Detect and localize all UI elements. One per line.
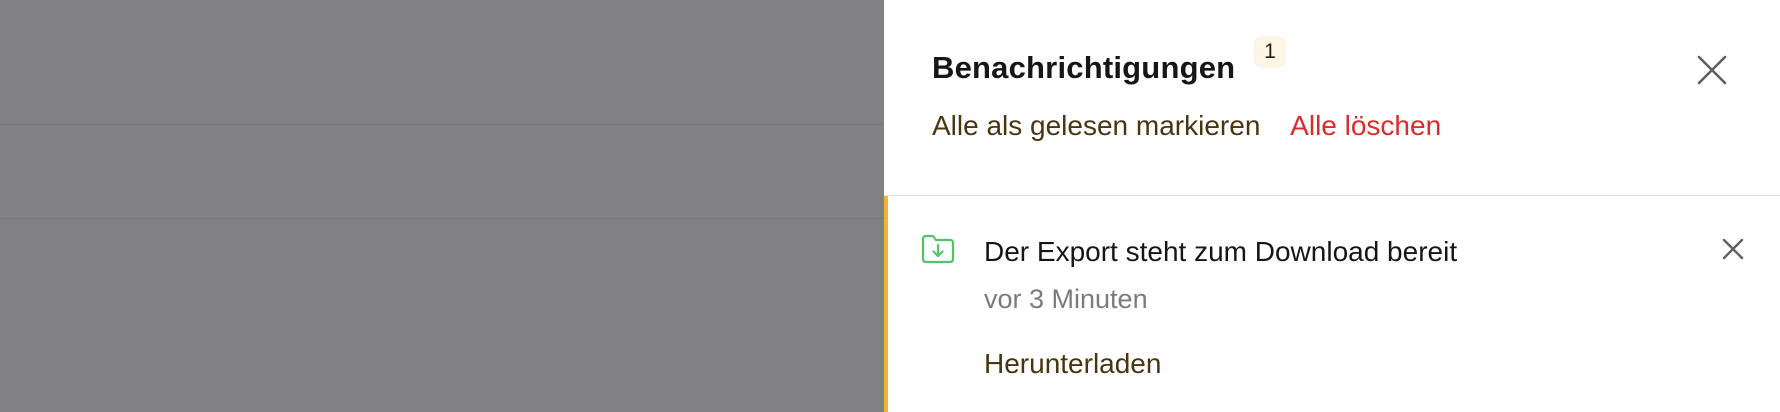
mark-all-read-button[interactable]: Alle als gelesen markieren [932, 110, 1260, 141]
notification-item: Der Export steht zum Download bereit vor… [884, 196, 1780, 412]
panel-title: Benachrichtigungen [932, 50, 1236, 85]
unread-count-badge: 1 [1254, 36, 1286, 68]
download-button[interactable]: Herunterladen [984, 348, 1161, 380]
clear-all-button[interactable]: Alle löschen [1290, 110, 1441, 141]
close-icon [1697, 55, 1727, 85]
backdrop-row-divider [0, 124, 884, 125]
notification-timestamp: vor 3 Minuten [984, 284, 1148, 314]
screen: Benachrichtigungen 1 Alle als gelesen ma… [0, 0, 1780, 412]
modal-backdrop[interactable] [0, 0, 884, 412]
close-panel-button[interactable] [1690, 48, 1734, 92]
close-icon [1722, 238, 1744, 260]
panel-actions: Alle als gelesen markieren Alle löschen [932, 110, 1441, 142]
notifications-panel: Benachrichtigungen 1 Alle als gelesen ma… [884, 0, 1780, 412]
backdrop-row-divider [0, 218, 884, 219]
panel-header: Benachrichtigungen 1 Alle als gelesen ma… [884, 0, 1780, 196]
notification-title: Der Export steht zum Download bereit [984, 236, 1458, 267]
folder-download-icon [920, 232, 956, 266]
dismiss-notification-button[interactable] [1718, 234, 1748, 264]
